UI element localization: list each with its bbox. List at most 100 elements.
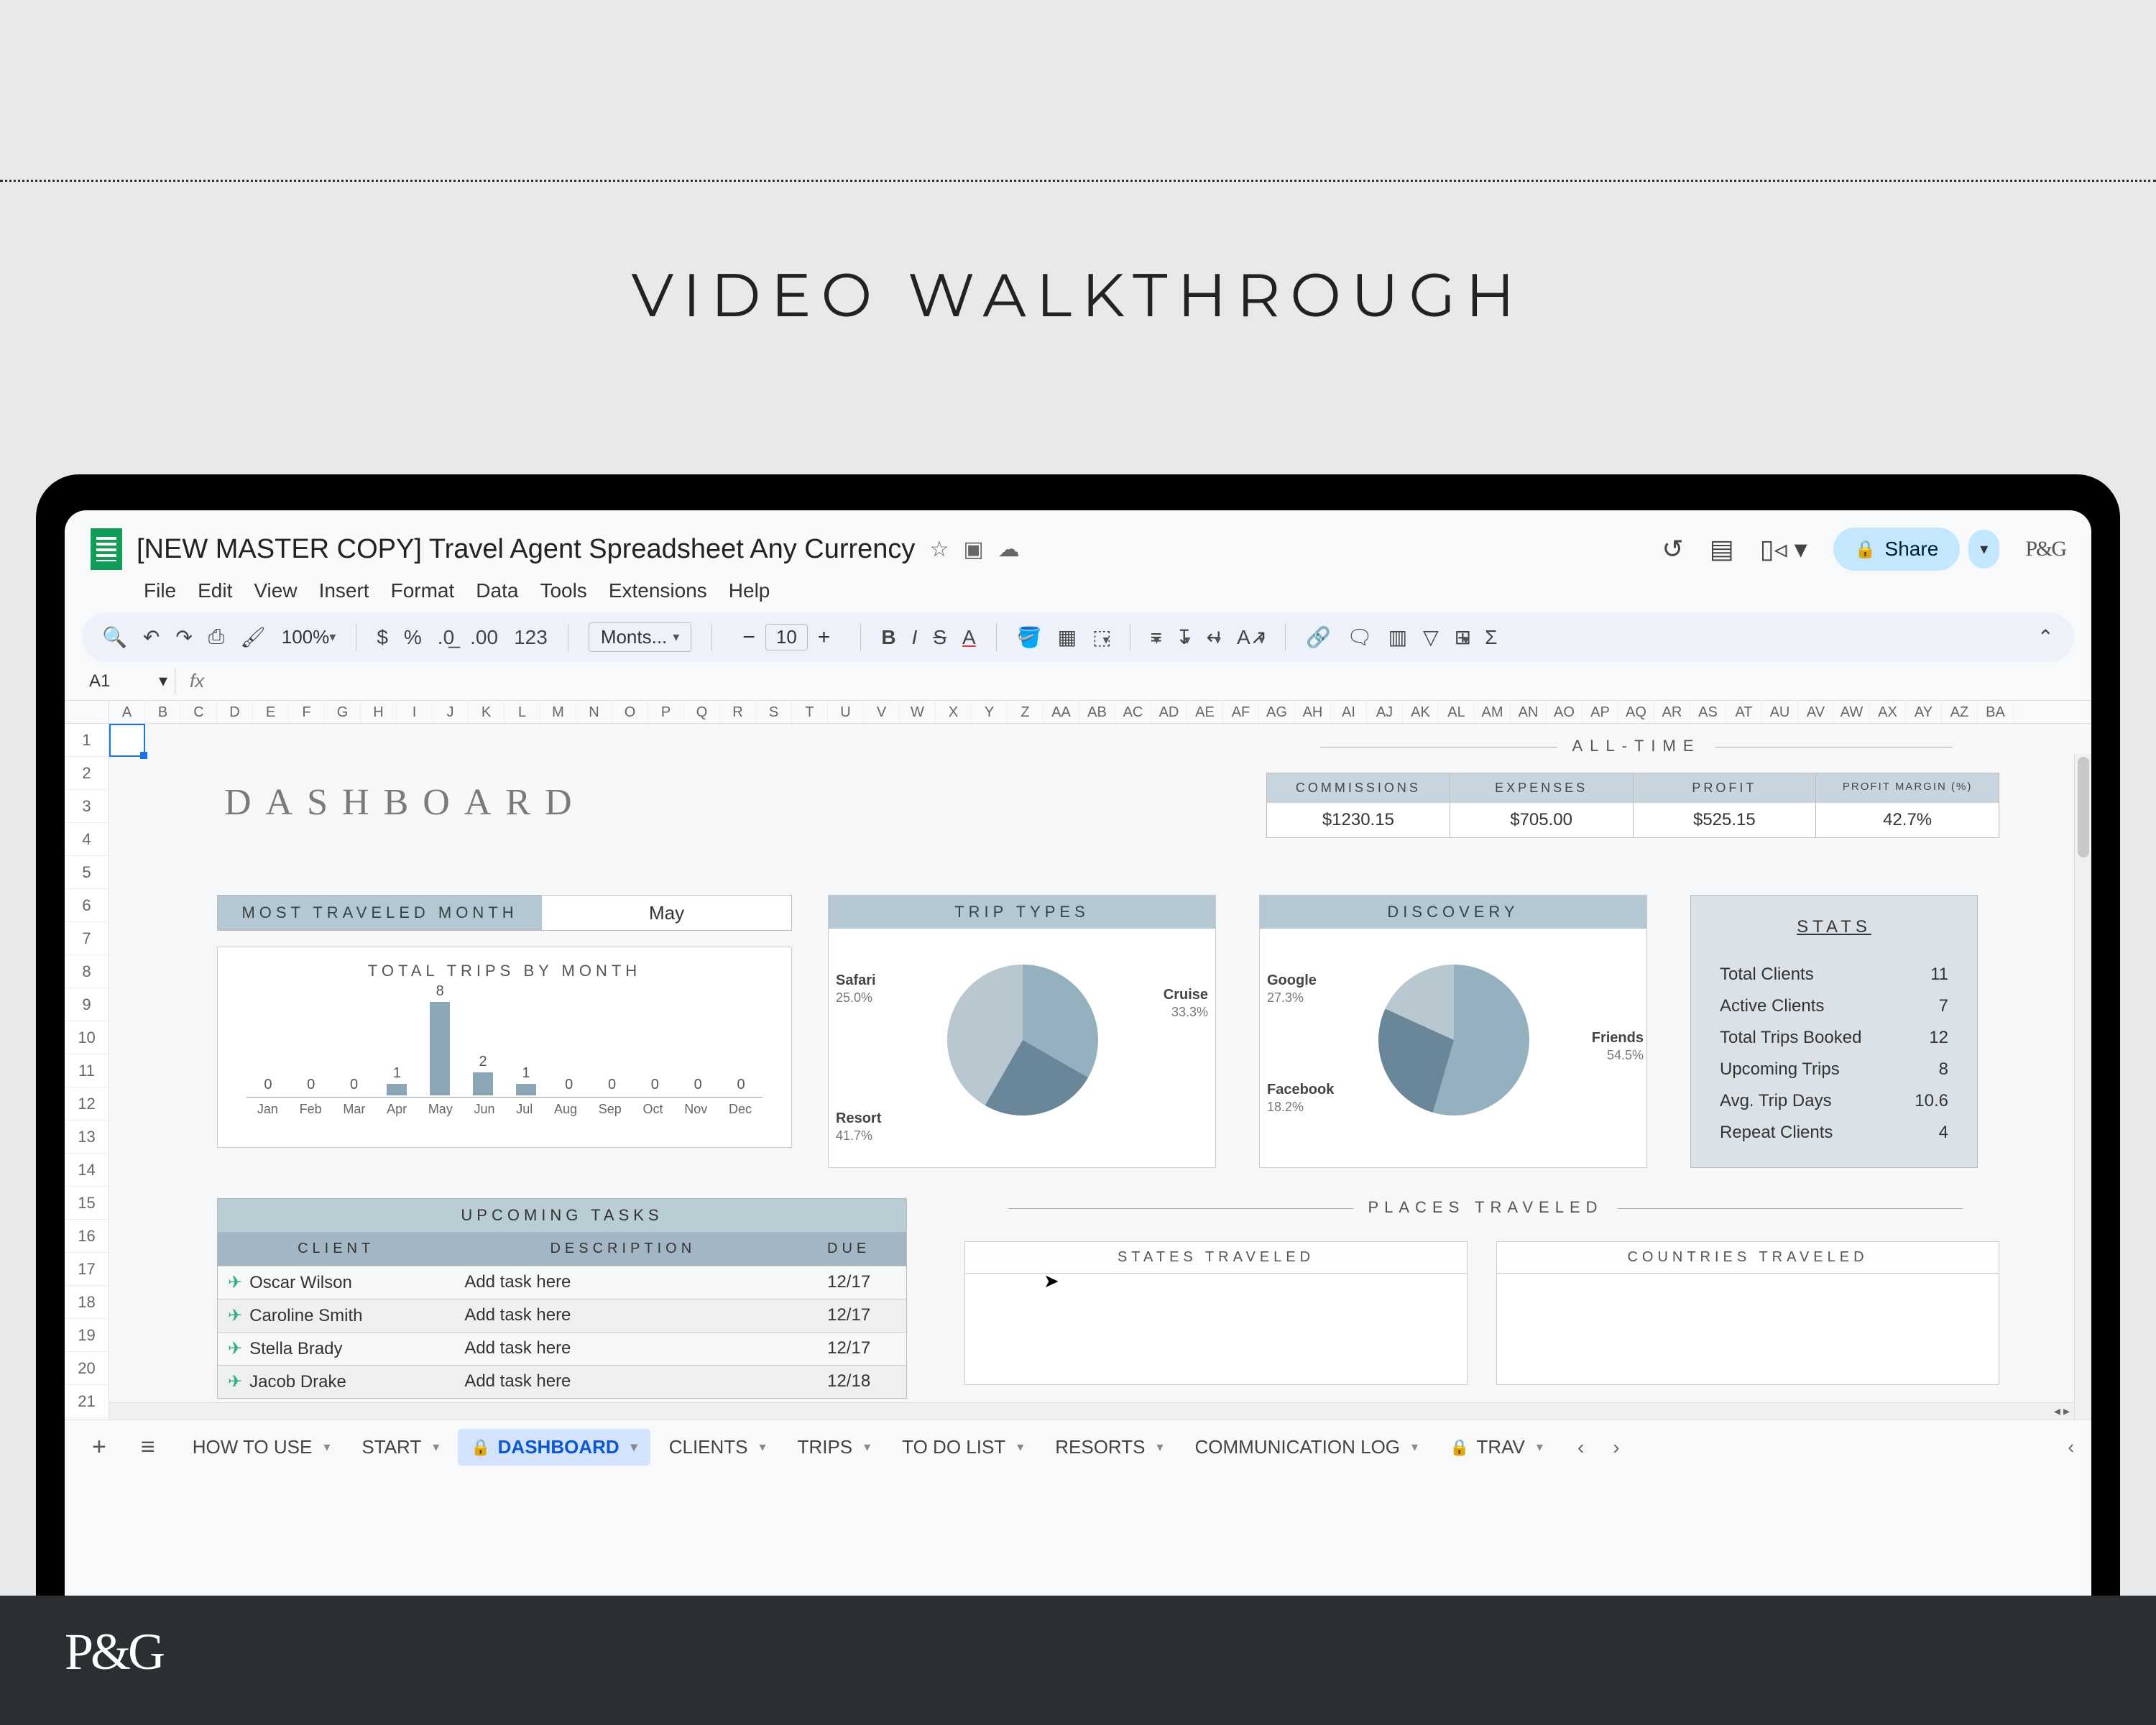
col-header[interactable]: C <box>181 701 217 723</box>
col-header[interactable]: AV <box>1798 701 1834 723</box>
account-avatar[interactable]: P&G <box>2025 537 2065 561</box>
col-header[interactable]: AN <box>1511 701 1547 723</box>
row-header[interactable]: 6 <box>65 889 109 922</box>
row-header[interactable]: 1 <box>65 724 109 757</box>
sheet-tab-start[interactable]: START▾ <box>349 1429 452 1466</box>
increase-decimal-icon[interactable]: .00 <box>470 626 498 649</box>
horizontal-align-icon[interactable]: ≡▾ <box>1151 626 1160 649</box>
add-sheet-button[interactable]: + <box>82 1433 116 1461</box>
comments-icon[interactable]: ▤ <box>1710 534 1734 564</box>
menu-extensions[interactable]: Extensions <box>609 579 707 602</box>
merge-cells-icon[interactable]: ⬚▾ <box>1092 625 1110 649</box>
font-size-value[interactable]: 10 <box>765 624 808 650</box>
col-header[interactable]: K <box>469 701 505 723</box>
column-headers[interactable]: ABCDEFGHIJKLMNOPQRSTUVWXYZAAABACADAEAFAG… <box>109 701 2091 724</box>
row-header[interactable]: 8 <box>65 955 109 988</box>
col-header[interactable]: R <box>720 701 756 723</box>
col-header[interactable]: AB <box>1079 701 1115 723</box>
spreadsheet-grid[interactable]: 123456789101112131415161718192021 ABCDEF… <box>65 701 2091 1420</box>
meet-camera-icon[interactable]: ▯◃ ▾ <box>1760 534 1807 564</box>
task-row[interactable]: ✈Caroline Smith Add task here 12/17 <box>218 1299 906 1332</box>
row-header[interactable]: 5 <box>65 856 109 889</box>
col-header[interactable]: A <box>109 701 145 723</box>
row-header[interactable]: 21 <box>65 1385 109 1418</box>
menu-insert[interactable]: Insert <box>319 579 369 602</box>
task-row[interactable]: ✈Oscar Wilson Add task here 12/17 <box>218 1266 906 1299</box>
row-header[interactable]: 4 <box>65 823 109 856</box>
row-header[interactable]: 15 <box>65 1187 109 1220</box>
insert-comment-icon[interactable]: 🗨 <box>1347 625 1373 649</box>
col-header[interactable]: E <box>253 701 289 723</box>
discovery-pie-chart[interactable]: DISCOVERY Google27.3% Friends54.5% Faceb… <box>1259 895 1647 1168</box>
trip-types-pie-chart[interactable]: TRIP TYPES Safari25.0% Cruise33.3% Resor… <box>828 895 1216 1168</box>
row-header[interactable]: 10 <box>65 1021 109 1054</box>
col-header[interactable]: AH <box>1295 701 1331 723</box>
vertical-scrollbar[interactable] <box>2074 754 2091 1420</box>
col-header[interactable]: AQ <box>1618 701 1654 723</box>
row-header[interactable]: 3 <box>65 790 109 823</box>
currency-icon[interactable]: $ <box>377 626 388 649</box>
col-header[interactable]: O <box>612 701 648 723</box>
text-rotation-icon[interactable]: A↗▾ <box>1237 625 1265 649</box>
col-header[interactable]: AL <box>1439 701 1475 723</box>
col-header[interactable]: M <box>540 701 576 723</box>
col-header[interactable]: AI <box>1331 701 1367 723</box>
col-header[interactable]: AF <box>1223 701 1259 723</box>
row-headers[interactable]: 123456789101112131415161718192021 <box>65 701 109 1420</box>
col-header[interactable]: V <box>864 701 900 723</box>
row-header[interactable]: 7 <box>65 922 109 955</box>
total-trips-bar-chart[interactable]: TOTAL TRIPS BY MONTH 000182100000 JanFeb… <box>217 947 792 1148</box>
col-header[interactable]: BA <box>1978 701 2014 723</box>
col-header[interactable]: W <box>900 701 936 723</box>
col-header[interactable]: AK <box>1403 701 1439 723</box>
menu-help[interactable]: Help <box>729 579 770 602</box>
vertical-align-icon[interactable]: ↧▾ <box>1176 625 1191 649</box>
col-header[interactable]: Y <box>972 701 1008 723</box>
row-header[interactable]: 20 <box>65 1352 109 1385</box>
row-header[interactable]: 17 <box>65 1253 109 1286</box>
col-header[interactable]: B <box>145 701 181 723</box>
col-header[interactable]: G <box>325 701 361 723</box>
row-header[interactable]: 2 <box>65 757 109 790</box>
zoom-select[interactable]: 100% ▾ <box>282 626 336 648</box>
col-header[interactable]: AR <box>1654 701 1690 723</box>
sheet-tab-clients[interactable]: CLIENTS▾ <box>656 1429 779 1466</box>
col-header[interactable]: J <box>433 701 469 723</box>
col-header[interactable]: X <box>936 701 972 723</box>
col-header[interactable]: AG <box>1259 701 1295 723</box>
print-icon[interactable]: ⎙ <box>208 625 224 649</box>
all-sheets-button[interactable]: ≡ <box>131 1433 165 1461</box>
active-cell[interactable] <box>109 724 145 757</box>
increase-font-icon[interactable]: + <box>808 625 841 650</box>
italic-icon[interactable]: I <box>912 626 918 649</box>
paint-format-icon[interactable]: 🖌 <box>240 625 266 649</box>
menu-edit[interactable]: Edit <box>198 579 232 602</box>
menu-tools[interactable]: Tools <box>540 579 586 602</box>
task-row[interactable]: ✈Stella Brady Add task here 12/17 <box>218 1332 906 1365</box>
font-size-stepper[interactable]: − 10 + <box>732 624 840 650</box>
row-header[interactable]: 9 <box>65 988 109 1021</box>
row-header[interactable]: 13 <box>65 1121 109 1154</box>
strikethrough-icon[interactable]: S <box>933 626 946 649</box>
row-header[interactable]: 14 <box>65 1154 109 1187</box>
explore-collapse-icon[interactable]: ‹ <box>2068 1436 2074 1458</box>
sheet-canvas[interactable]: DASHBOARD ALL-TIME COMMISSIONS EXPENSES … <box>109 724 2091 1420</box>
sheet-tab-dashboard[interactable]: 🔒 DASHBOARD▾ <box>458 1429 650 1466</box>
col-header[interactable]: AJ <box>1367 701 1403 723</box>
insert-link-icon[interactable]: 🔗 <box>1306 625 1331 649</box>
col-header[interactable]: Q <box>684 701 720 723</box>
functions-icon[interactable]: Σ <box>1485 626 1497 649</box>
sheets-logo-icon[interactable] <box>91 528 122 570</box>
col-header[interactable]: AM <box>1475 701 1511 723</box>
fill-color-icon[interactable]: 🪣 <box>1017 625 1042 649</box>
percent-icon[interactable]: % <box>404 626 422 649</box>
sheet-tab-trips[interactable]: TRIPS▾ <box>785 1429 884 1466</box>
filter-icon[interactable]: ▽ <box>1423 625 1439 649</box>
task-row[interactable]: ✈Jacob Drake Add task here 12/18 <box>218 1365 906 1398</box>
col-header[interactable]: AY <box>1906 701 1942 723</box>
col-header[interactable]: AD <box>1151 701 1187 723</box>
search-icon[interactable]: 🔍 <box>102 625 127 649</box>
bold-icon[interactable]: B <box>881 626 895 649</box>
col-header[interactable]: AU <box>1762 701 1798 723</box>
decrease-decimal-icon[interactable]: .0̲ <box>438 626 454 649</box>
